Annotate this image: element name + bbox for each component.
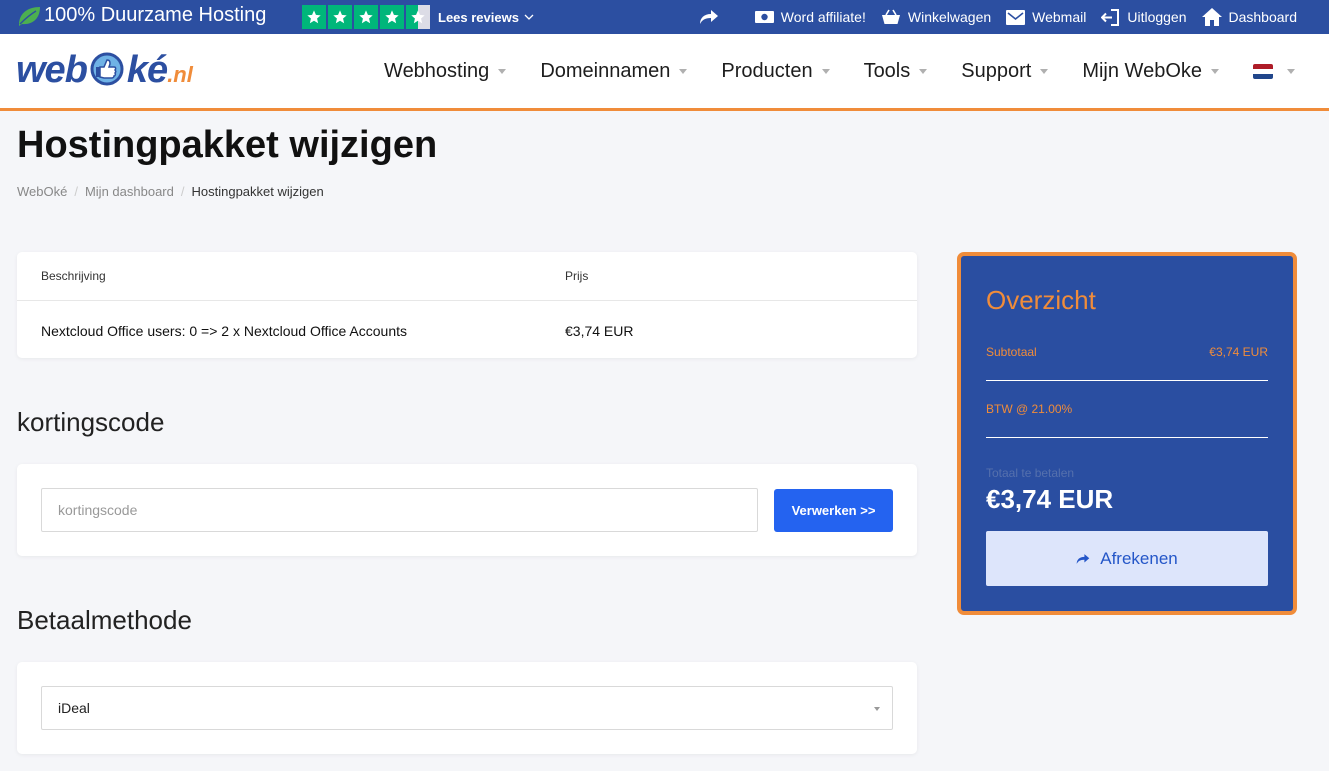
- nav-producten-label: Producten: [721, 59, 813, 82]
- payment-card: iDeal: [17, 662, 917, 754]
- share-link[interactable]: [699, 9, 726, 25]
- nav-support[interactable]: Support: [961, 59, 1049, 83]
- language-selector[interactable]: [1253, 63, 1295, 79]
- subtotal-value: €3,74 EUR: [1209, 345, 1268, 359]
- thumbs-up-logo-icon: [87, 52, 127, 86]
- nav-support-label: Support: [961, 59, 1032, 82]
- half-star-icon: [406, 5, 430, 29]
- star-icon: [302, 5, 326, 29]
- logout-label: Uitloggen: [1127, 9, 1187, 25]
- logout-link[interactable]: Uitloggen: [1101, 8, 1187, 26]
- nav-producten[interactable]: Producten: [721, 59, 830, 83]
- order-summary: Overzicht Subtotaal €3,74 EUR BTW @ 21.0…: [957, 252, 1297, 615]
- summary-divider: [986, 380, 1268, 381]
- main-nav: Webhosting Domeinnamen Producten Tools S…: [350, 34, 1295, 108]
- caret-down-icon: [874, 707, 880, 711]
- logout-icon: [1101, 8, 1120, 26]
- summary-divider: [986, 437, 1268, 438]
- dashboard-link[interactable]: Dashboard: [1201, 8, 1298, 26]
- caret-down-icon: [1040, 68, 1049, 74]
- dashboard-label: Dashboard: [1228, 9, 1298, 25]
- webmail-link[interactable]: Webmail: [1006, 9, 1086, 25]
- star-icon: [328, 5, 352, 29]
- top-bar: 100% Duurzame Hosting Lees reviews Word …: [0, 0, 1329, 34]
- share-arrow-icon: [699, 10, 718, 24]
- nav-webhosting[interactable]: Webhosting: [384, 59, 507, 83]
- total-label: Totaal te betalen: [986, 466, 1075, 480]
- table-divider: [17, 300, 917, 301]
- caret-down-icon: [821, 68, 830, 74]
- caret-down-icon: [919, 68, 928, 74]
- breadcrumb-dashboard[interactable]: Mijn dashboard: [85, 184, 174, 199]
- reviews-link[interactable]: Lees reviews: [438, 10, 534, 25]
- trustpilot-widget[interactable]: Lees reviews: [302, 5, 534, 29]
- share-arrow-icon: [1076, 553, 1090, 564]
- nav-tools-label: Tools: [863, 59, 911, 82]
- subtotal-label: Subtotaal: [986, 345, 1037, 359]
- page-title: Hostingpakket wijzigen: [17, 124, 438, 166]
- breadcrumb-separator: /: [74, 184, 78, 199]
- checkout-button[interactable]: Afrekenen: [986, 531, 1268, 586]
- subtotal-row: Subtotaal €3,74 EUR: [986, 345, 1268, 359]
- checkout-label: Afrekenen: [1100, 548, 1178, 568]
- breadcrumb-home[interactable]: WebOké: [17, 184, 67, 199]
- star-icon: [380, 5, 404, 29]
- apply-coupon-button[interactable]: Verwerken >>: [774, 489, 893, 532]
- home-icon: [1201, 8, 1222, 26]
- mail-icon: [1006, 9, 1026, 25]
- payment-method-select[interactable]: iDeal: [41, 686, 893, 730]
- nav-domeinnamen-label: Domeinnamen: [540, 59, 671, 82]
- money-icon: [754, 11, 774, 23]
- top-links: Word affiliate! Winkelwagen Webmail Uitl…: [684, 0, 1297, 34]
- nav-domeinnamen[interactable]: Domeinnamen: [540, 59, 688, 83]
- breadcrumb: WebOké / Mijn dashboard / Hostingpakket …: [17, 184, 324, 199]
- total-value: €3,74 EUR: [986, 484, 1114, 514]
- caret-down-icon: [679, 68, 688, 74]
- row-price: €3,74 EUR: [565, 323, 634, 339]
- webmail-label: Webmail: [1032, 9, 1087, 25]
- vat-row: BTW @ 21.00%: [986, 402, 1268, 416]
- weboke-logo[interactable]: web ké .nl: [16, 48, 193, 92]
- eco-text: 100% Duurzame Hosting: [44, 4, 267, 26]
- nav-mijn-weboke[interactable]: Mijn WebOke: [1082, 60, 1219, 83]
- nav-webhosting-label: Webhosting: [384, 59, 490, 82]
- breadcrumb-current: Hostingpakket wijzigen: [191, 184, 324, 199]
- leaf-icon: [19, 6, 40, 26]
- cart-label: Winkelwagen: [907, 9, 992, 25]
- logo-text-ke: ké: [126, 49, 168, 91]
- coupon-input[interactable]: [41, 488, 758, 532]
- main-header: web ké .nl Webhosting Domeinnamen Produc…: [0, 34, 1329, 111]
- cart-link[interactable]: Winkelwagen: [881, 9, 991, 25]
- payment-method-value: iDeal: [58, 700, 90, 716]
- logo-text-web: web: [16, 49, 88, 91]
- column-header-price: Prijs: [565, 269, 589, 283]
- coupon-heading: kortingscode: [17, 407, 165, 437]
- reviews-label: Lees reviews: [438, 9, 519, 25]
- nav-tools[interactable]: Tools: [864, 60, 928, 83]
- vat-label: BTW @ 21.00%: [986, 402, 1073, 416]
- chevron-down-icon: [524, 14, 534, 20]
- caret-down-icon: [1287, 68, 1295, 74]
- caret-down-icon: [1211, 68, 1219, 74]
- affiliate-link[interactable]: Word affiliate!: [754, 9, 866, 25]
- logo-text-nl: .nl: [167, 62, 193, 87]
- breadcrumb-separator: /: [180, 184, 185, 199]
- payment-heading: Betaalmethode: [17, 605, 192, 635]
- order-table: Beschrijving Prijs Nextcloud Office user…: [17, 252, 917, 358]
- column-header-description: Beschrijving: [41, 269, 106, 283]
- dutch-flag-icon: [1253, 63, 1273, 79]
- star-icon: [354, 5, 378, 29]
- summary-heading: Overzicht: [986, 285, 1096, 315]
- coupon-card: Verwerken >>: [17, 464, 917, 556]
- nav-mijn-weboke-label: Mijn WebOke: [1082, 59, 1202, 82]
- row-description: Nextcloud Office users: 0 => 2 x Nextclo…: [41, 323, 408, 339]
- caret-down-icon: [498, 68, 507, 74]
- eco-badge: 100% Duurzame Hosting: [16, 4, 266, 27]
- affiliate-label: Word affiliate!: [780, 9, 866, 25]
- basket-icon: [881, 9, 900, 24]
